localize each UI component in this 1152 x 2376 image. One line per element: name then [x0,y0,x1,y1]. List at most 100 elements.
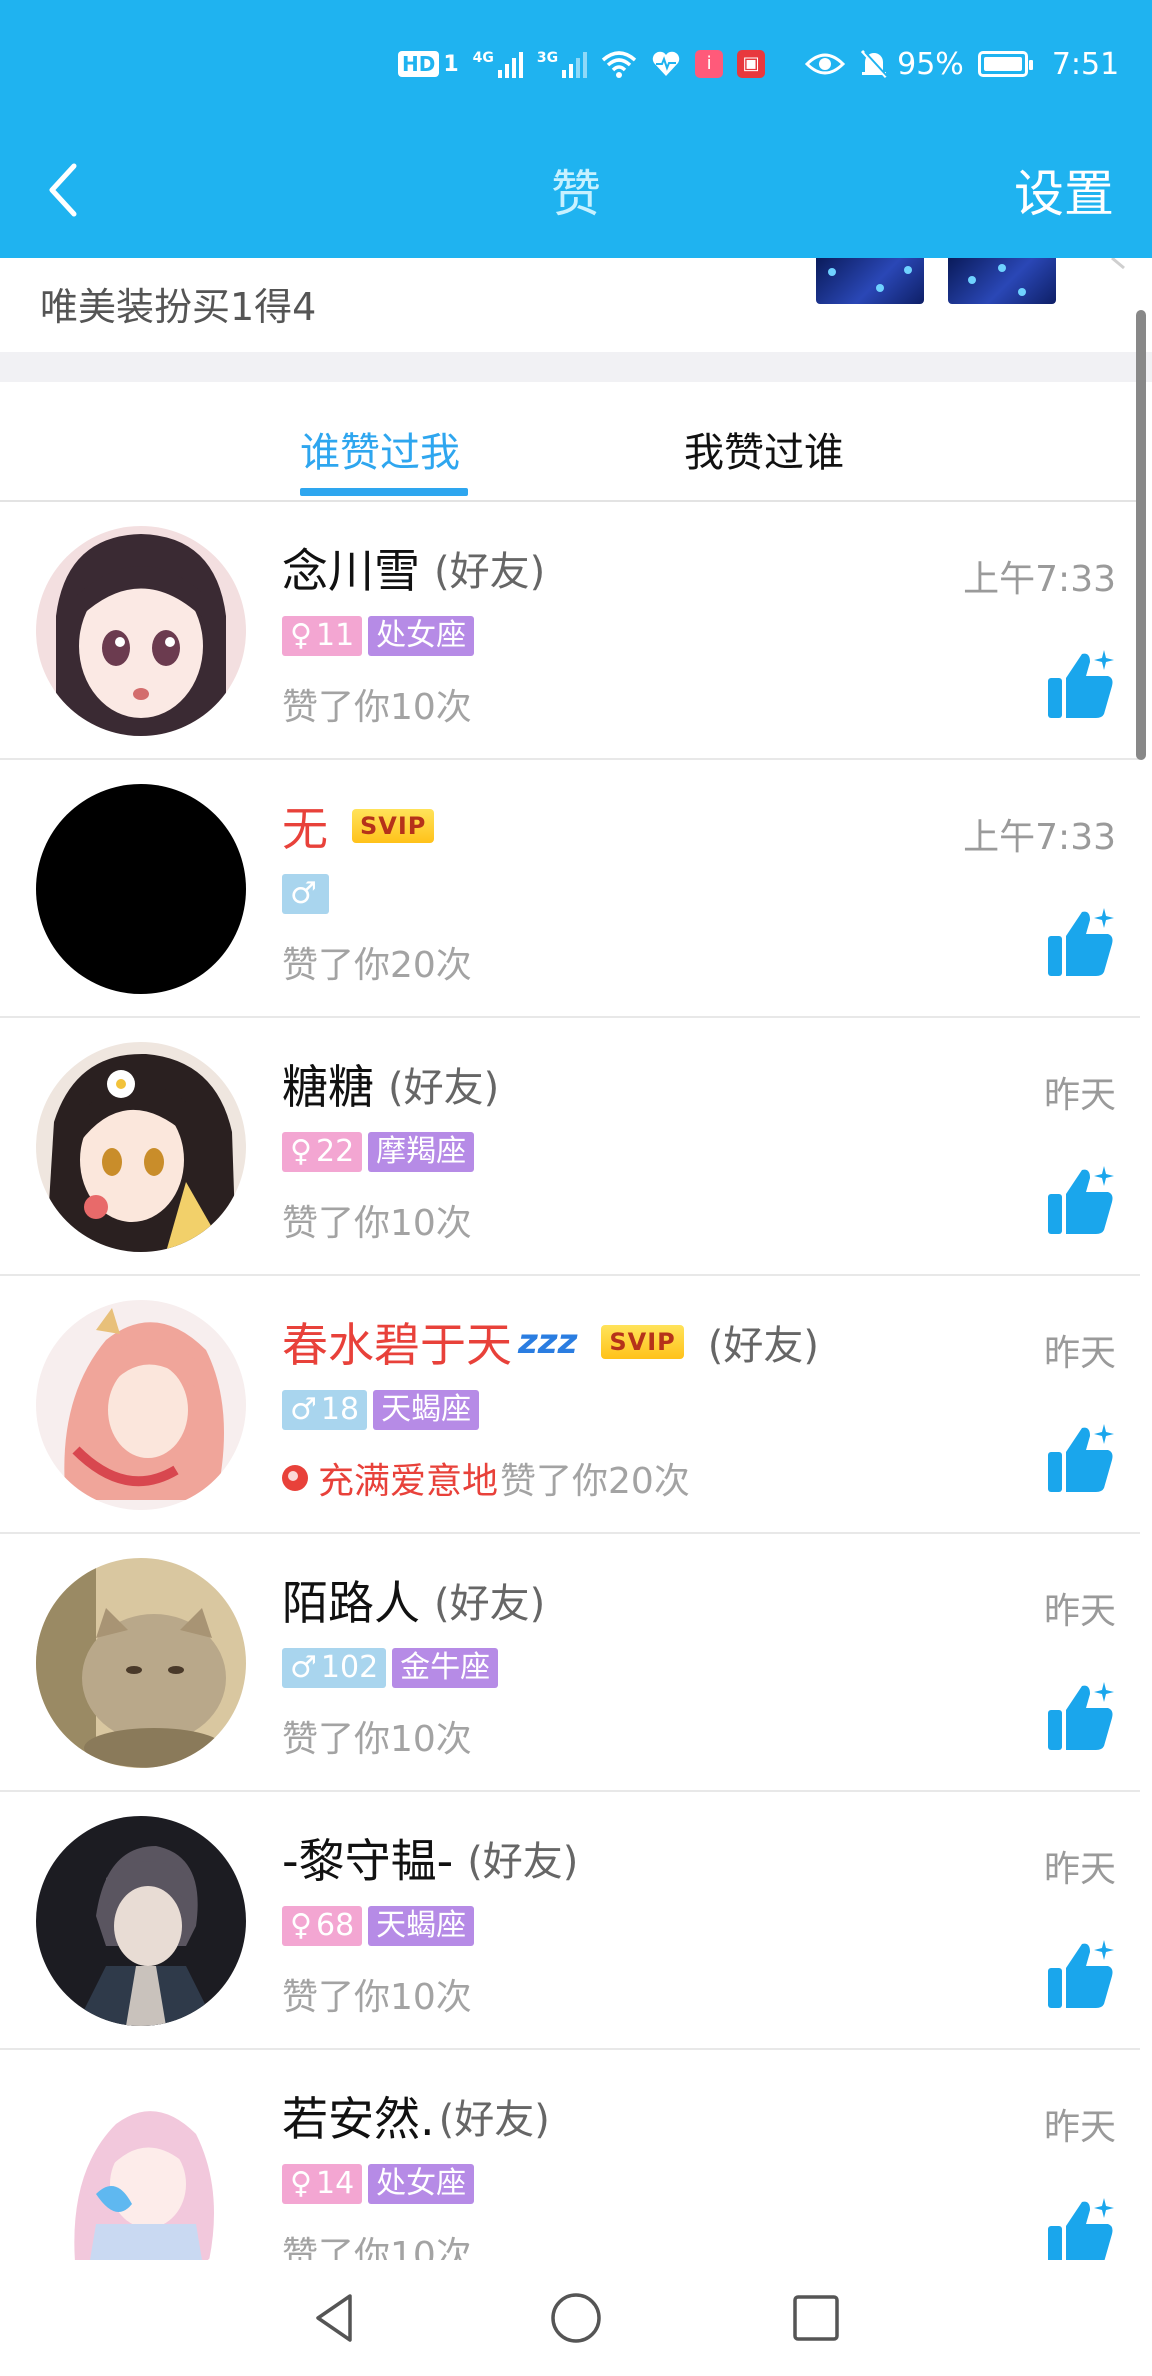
gender-age-badge: ♀ 22 [282,1132,363,1172]
list-item[interactable]: 春水碧于天 zzz SVIP (好友) 昨天 ♂ 18 天蝎座 充满爱意地 赞了你… [0,1276,1140,1534]
female-icon: ♀ [290,1134,312,1169]
like-time: 上午7:33 [963,817,1116,858]
promo-image-2 [948,258,1056,304]
like-count: 赞了你20次 [282,945,472,986]
thumbs-up-icon[interactable] [1046,648,1116,720]
tab-indicator [300,488,468,496]
like-count: 赞了你10次 [282,1203,472,1244]
like-count: 赞了你10次 [282,1977,472,2018]
like-count: 赞了你10次 [282,687,472,728]
tab-who-i-liked[interactable]: 我赞过谁 [684,420,844,478]
wifi-icon [601,51,637,78]
tab-who-liked-me[interactable]: 谁赞过我 [300,420,460,478]
title-bar: 赞 设置 [0,108,1152,258]
female-icon: ♀ [290,1908,312,1943]
friend-label: (好友) [388,1065,500,1111]
zodiac-badge: 摩羯座 [368,1132,475,1172]
promo-text: 唯美装扮买1得4 [40,285,317,329]
health-heart-icon [652,51,680,76]
gender-age-badge: ♀ 68 [282,1906,363,1946]
book-app-icon: ▣ [737,50,766,78]
gender-badge: ♂ [282,874,329,914]
like-count-line: 充满爱意地 赞了你20次 [282,1452,690,1504]
settings-button[interactable]: 设置 [1014,154,1114,226]
sim-slot-label: 1 [443,51,459,77]
like-count: 赞了你10次 [282,2235,472,2260]
like-time: 昨天 [1043,1849,1116,1890]
battery-percent: 95% [897,46,964,82]
gender-age-badge: ♀ 11 [282,616,363,656]
list-item[interactable]: 若安然. (好友) 昨天 ♀ 14 处女座 赞了你10次 [0,2050,1140,2260]
list-item[interactable]: 糖糖 (好友) 昨天 ♀ 22 摩羯座 赞了你10次 [0,1018,1140,1276]
avatar[interactable] [36,1042,246,1252]
user-name: 陌路人 [282,1576,420,1630]
avatar[interactable] [36,1300,246,1510]
thumbs-up-icon[interactable] [1046,1164,1116,1236]
thumbs-up-icon[interactable] [1046,1938,1116,2010]
female-icon: ♀ [290,2166,312,2201]
signal-4g-label: 4G [472,50,494,66]
like-time: 昨天 [1043,1591,1116,1632]
friend-label: (好友) [438,2097,550,2143]
friend-label: (好友) [707,1323,819,1369]
avatar[interactable] [36,784,246,994]
hd-badge: HD [398,51,440,77]
list-item[interactable]: 无 SVIP 上午7:33 ♂ 赞了你20次 [0,760,1140,1018]
avatar[interactable] [36,2074,246,2260]
mute-bell-icon [861,49,888,79]
zodiac-badge: 处女座 [368,2164,475,2204]
like-time: 上午7:33 [963,559,1116,600]
list-item[interactable]: -黎守韫- (好友) 昨天 ♀ 68 天蝎座 赞了你10次 [0,1792,1140,2050]
clock: 7:51 [1051,46,1120,82]
scrollbar[interactable] [1136,310,1146,760]
thumbs-up-icon[interactable] [1046,1422,1116,1494]
sleep-zz-icon: zzz [518,1322,578,1362]
male-icon: ♂ [290,1392,317,1427]
list-item[interactable]: 陌路人 (好友) 昨天 ♂ 102 金牛座 赞了你10次 [0,1534,1140,1792]
user-name: -黎守韫- [282,1834,454,1888]
user-name: 若安然. [282,2092,435,2146]
promo-banner[interactable]: 唯美装扮买1得4 [0,258,1152,352]
like-time: 昨天 [1043,1333,1116,1374]
thumbs-up-icon[interactable] [1046,906,1116,978]
avatar[interactable] [36,526,246,736]
like-time: 昨天 [1043,1075,1116,1116]
avatar[interactable] [36,1558,246,1768]
nav-recents-icon[interactable] [788,2290,844,2346]
like-count: 赞了你20次 [500,1461,690,1502]
user-name: 无 [282,802,328,856]
chevron-right-icon [1111,258,1125,270]
signal-3g-icon: 3G [536,50,588,78]
zodiac-badge: 处女座 [368,616,475,656]
zodiac-badge: 天蝎座 [373,1390,480,1430]
system-nav-bar [0,2260,1152,2376]
thumbs-up-icon[interactable] [1046,1680,1116,1752]
signal-3g-label: 3G [536,50,559,66]
svip-badge: SVIP [352,809,435,843]
gender-age-badge: ♂ 18 [282,1390,368,1430]
promo-image-1 [816,258,924,304]
zodiac-badge: 天蝎座 [368,1906,475,1946]
signal-4g-icon: 4G [473,50,523,78]
male-icon: ♂ [290,1650,317,1685]
user-name: 糖糖 [282,1060,374,1114]
nav-home-icon[interactable] [548,2290,604,2346]
section-divider [0,352,1152,382]
avatar[interactable] [36,1816,246,2026]
thumbs-up-icon[interactable] [1046,2196,1116,2260]
nav-back-icon[interactable] [308,2290,364,2346]
status-bar: HD 1 4G 3G i ▣ 95% 7:51 [0,0,1152,108]
svip-badge: SVIP [601,1325,684,1359]
page-title: 赞 [551,165,601,223]
list-item[interactable]: 念川雪 (好友) 上午7:33 ♀ 11 处女座 赞了你10次 [0,502,1140,760]
love-effect-label: 充满爱意地 [318,1461,499,1502]
app-notification-icon: i [695,50,724,78]
friend-label: (好友) [467,1839,579,1885]
eye-comfort-icon [805,53,846,75]
gender-age-badge: ♂ 102 [282,1648,387,1688]
tab-bar: 谁赞过我 我赞过谁 [0,382,1140,502]
user-name: 念川雪 [282,544,420,598]
user-name: 春水碧于天 [282,1318,512,1372]
male-icon: ♂ [290,876,317,911]
heart-icon [282,1465,308,1491]
